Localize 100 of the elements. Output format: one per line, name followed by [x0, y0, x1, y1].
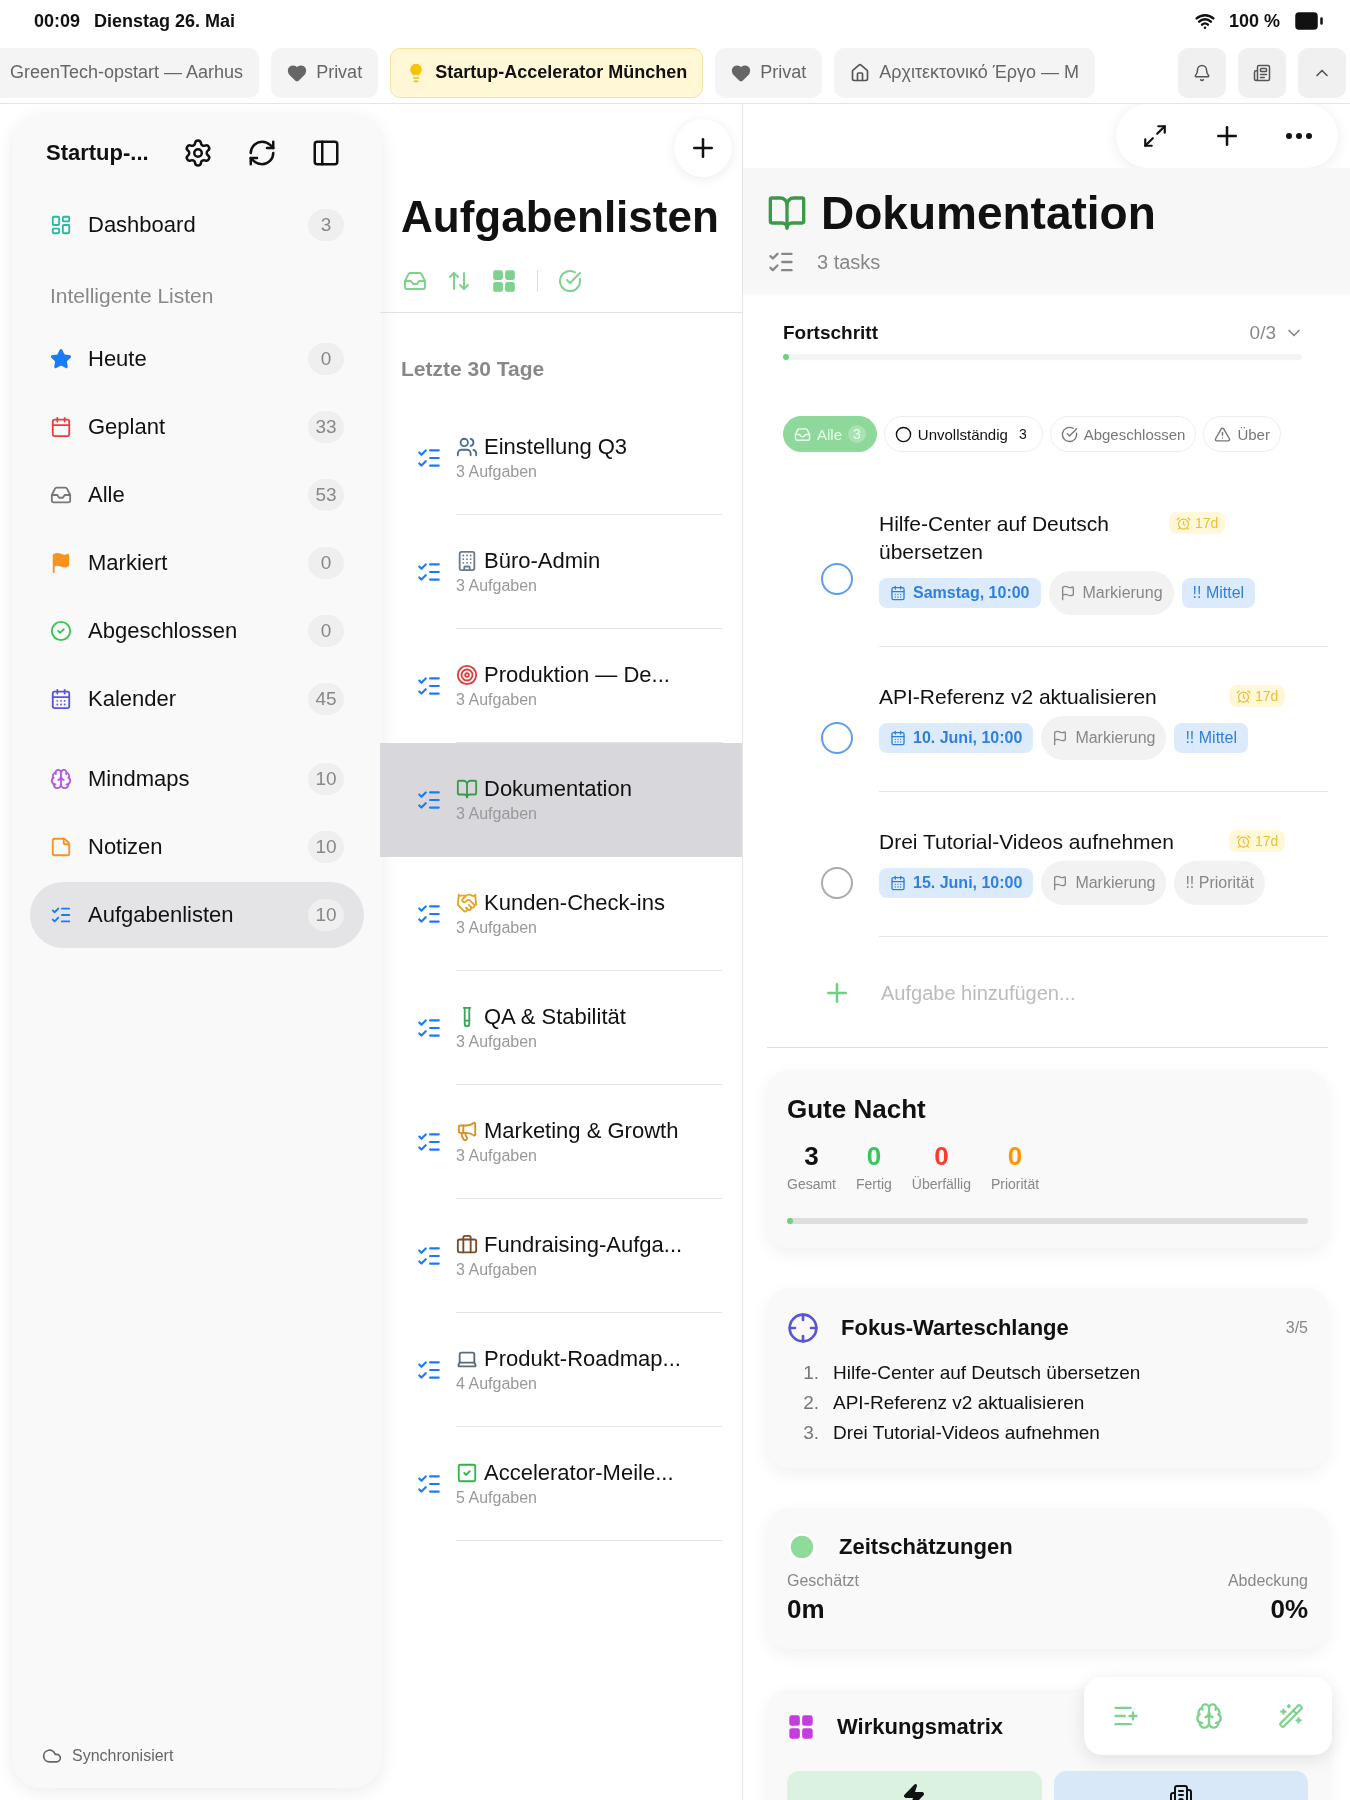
calendar-icon — [50, 416, 72, 438]
page-title: Aufgabenlisten — [400, 192, 720, 242]
expand-button[interactable] — [1142, 123, 1168, 149]
layout-button[interactable] — [491, 268, 517, 294]
list-name: Kunden-Check-ins — [484, 890, 665, 916]
stat-value: 0 — [1007, 1141, 1023, 1172]
sidebar-item[interactable]: Heute 0 — [30, 326, 364, 392]
inbox-icon — [403, 269, 427, 293]
building-icon — [456, 550, 478, 572]
focus-item: Hilfe-Center auf Deutsch übersetzen — [833, 1362, 1141, 1384]
age-badge: 17d — [1229, 685, 1286, 707]
status-date: Dienstag 26. Mai — [94, 10, 236, 32]
task-checkbox[interactable] — [821, 721, 853, 754]
sort-button[interactable] — [447, 269, 471, 293]
filter-chip[interactable]: Über — [1203, 416, 1281, 452]
workspace-tab[interactable]: Privat — [715, 47, 823, 98]
newspaper-icon — [1253, 63, 1271, 82]
sidebar-item[interactable]: Alle 53 — [30, 462, 364, 528]
coverage-label: Abdeckung — [1227, 1572, 1308, 1590]
sidebar-item-label: Mindmaps — [88, 766, 191, 792]
inbox-button[interactable] — [403, 269, 427, 293]
count-badge: 45 — [308, 683, 344, 715]
task-list-row[interactable]: Büro-Admin 3 Aufgaben — [380, 515, 742, 629]
task-checkbox[interactable] — [821, 562, 853, 595]
warning-icon — [1214, 425, 1232, 443]
filter-chip[interactable]: Unvollständig 3 — [883, 416, 1043, 452]
calendar-icon — [890, 585, 906, 601]
workspace-tab[interactable]: Αρχιτεκτονικό Έργο — Μ — [834, 47, 1096, 98]
sort-icon — [447, 269, 471, 293]
people-icon — [456, 436, 478, 458]
workspace-tab[interactable]: GreenTech-opstart — Aarhus — [0, 47, 260, 98]
filter-chip[interactable]: Abgeschlossen — [1049, 416, 1197, 452]
list-name: QA & Stabilität — [484, 1004, 626, 1030]
section-label: Intelligente Listen — [49, 283, 215, 309]
sidebar-item[interactable]: Kalender 45 — [30, 666, 364, 732]
workspace-tab[interactable]: Startup-Accelerator München — [390, 47, 704, 98]
workspace-tab[interactable]: Privat — [271, 47, 379, 98]
list-task-count: 4 Aufgaben — [456, 1375, 538, 1393]
list-name: Dokumentation — [484, 776, 632, 802]
status-time: 00:09 — [34, 10, 81, 32]
list-name: Einstellung Q3 — [484, 434, 628, 460]
crosshair-icon — [787, 1312, 819, 1344]
magic-wand-icon — [1278, 1703, 1305, 1729]
add-task-field[interactable]: Aufgabe hinzufügen... — [879, 980, 1328, 1006]
sidebar-item-label: Heute — [88, 346, 148, 372]
list-task-count: 3 Aufgaben — [456, 577, 538, 595]
briefcase-icon — [456, 1234, 478, 1256]
age-badge: 17d — [1229, 830, 1286, 852]
count-badge: 3 — [308, 209, 344, 241]
check-square-icon — [456, 1462, 478, 1484]
task-list-row[interactable]: Accelerator-Meile... 5 Aufgaben — [380, 1427, 742, 1541]
task-list-row[interactable]: Einstellung Q3 3 Aufgaben — [380, 401, 742, 515]
task-list-row[interactable]: Kunden-Check-ins 3 Aufgaben — [380, 857, 742, 971]
progress-value: 0/3 — [1249, 322, 1276, 344]
expand-icon — [1142, 123, 1168, 149]
stat-label: Überfällig — [911, 1176, 971, 1192]
list-name: Fundraising-Aufga... — [484, 1232, 683, 1258]
task-list-row[interactable]: QA & Stabilität 3 Aufgaben — [380, 971, 742, 1085]
magic-wand-button[interactable] — [1278, 1703, 1305, 1729]
brain-button[interactable] — [1195, 1702, 1223, 1730]
task-list-row[interactable]: Fundraising-Aufga... 3 Aufgaben — [380, 1199, 742, 1313]
check-button[interactable] — [558, 269, 582, 293]
more-button[interactable] — [1286, 133, 1312, 139]
brain-icon — [1195, 1702, 1223, 1730]
alarm-clock-icon — [1236, 688, 1251, 704]
notification-button[interactable] — [1178, 47, 1226, 98]
sidebar-item[interactable]: Markiert 0 — [30, 530, 364, 596]
task-count: 3 tasks — [817, 250, 881, 274]
count-badge: 53 — [308, 479, 344, 511]
stat-value: 0 — [866, 1141, 882, 1172]
calendar-icon — [890, 875, 906, 891]
settings-button[interactable] — [182, 138, 213, 168]
sidebar-item[interactable]: Mindmaps 10 — [30, 746, 364, 812]
brain-icon — [50, 768, 72, 790]
task-checkbox[interactable] — [821, 866, 853, 899]
settings-icon — [182, 138, 213, 168]
focus-item: Drei Tutorial-Videos aufnehmen — [833, 1422, 1100, 1444]
reader-button[interactable] — [1238, 47, 1286, 98]
task-title: Drei Tutorial-Videos aufnehmen — [879, 829, 1175, 855]
sync-status: Synchronisiert — [72, 1747, 174, 1765]
sidebar-item[interactable]: Geplant 33 — [30, 394, 364, 460]
lightning-icon — [902, 1783, 927, 1800]
task-list-row[interactable]: Dokumentation 3 Aufgaben — [380, 743, 742, 857]
sidebar-item[interactable]: Dashboard 3 — [30, 192, 364, 258]
sidebar-item[interactable]: Notizen 10 — [30, 814, 364, 880]
sidebar-item[interactable]: Abgeschlossen 0 — [30, 598, 364, 664]
task-list-row[interactable]: Produkt-Roadmap... 4 Aufgaben — [380, 1313, 742, 1427]
task-list-row[interactable]: Marketing & Growth 3 Aufgaben — [380, 1085, 742, 1199]
count-badge: 10 — [308, 763, 344, 795]
sidebar-item[interactable]: Aufgabenlisten 10 — [30, 882, 364, 948]
age-badge: 17d — [1169, 512, 1226, 534]
list-task-count: 3 Aufgaben — [456, 1147, 538, 1165]
estimate-value: 0m — [787, 1594, 825, 1625]
heart-icon — [287, 62, 308, 83]
list-name: Produktion — De... — [484, 662, 670, 688]
alarm-clock-icon — [1176, 515, 1191, 531]
count-badge: 0 — [308, 615, 344, 647]
target-icon — [456, 664, 478, 686]
stat-label: Fertig — [856, 1176, 892, 1192]
check-circle-icon — [1060, 425, 1078, 443]
